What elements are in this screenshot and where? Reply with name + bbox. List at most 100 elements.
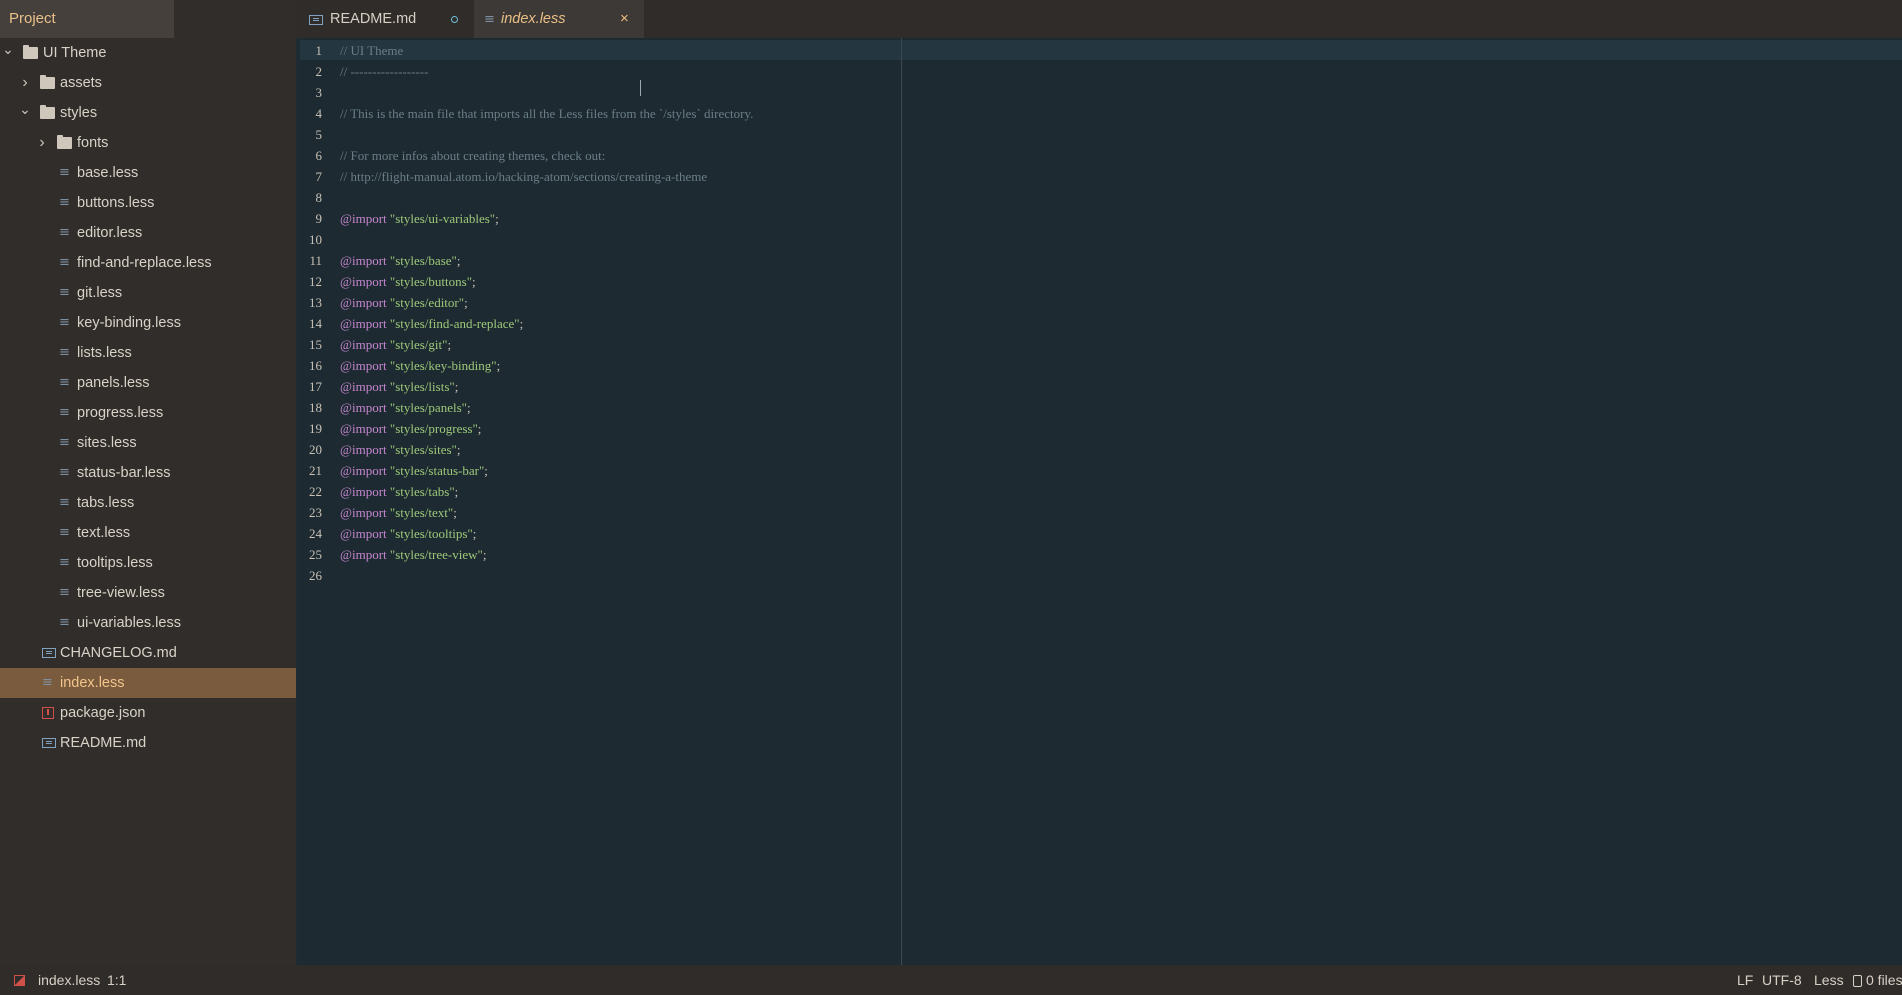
tree-file[interactable]: CHANGELOG.md — [0, 638, 296, 668]
tree-item-label: editor.less — [77, 225, 143, 241]
encoding-selector[interactable]: UTF-8 — [1762, 965, 1802, 995]
line-number[interactable]: 16 — [300, 355, 322, 376]
line-number[interactable]: 12 — [300, 271, 322, 292]
code-line: 5 — [300, 124, 1850, 145]
tree-file[interactable]: ≡ base.less — [0, 158, 296, 188]
chevron-down-icon[interactable]: ⌄ — [19, 98, 31, 128]
folder-icon — [57, 135, 73, 150]
code-line: 20 @import "styles/sites"; — [300, 439, 1850, 460]
line-ending-selector[interactable]: LF — [1737, 965, 1753, 995]
code-line: 19 @import "styles/progress"; — [300, 418, 1850, 439]
code-token: "styles/git" — [389, 337, 448, 352]
close-tab-icon[interactable]: × — [620, 0, 629, 38]
line-number[interactable]: 17 — [300, 376, 322, 397]
line-number[interactable]: 8 — [300, 187, 323, 208]
line-number[interactable]: 15 — [300, 334, 322, 355]
chevron-down-icon[interactable]: ⌄ — [2, 38, 14, 68]
line-number[interactable]: 7 — [300, 166, 323, 187]
line-number[interactable]: 4 — [300, 103, 323, 124]
tree-item-label: styles — [60, 105, 98, 121]
code-token: ; — [464, 295, 468, 310]
tab-index-less[interactable]: ≡ index.less × — [474, 0, 644, 38]
tree-file[interactable]: README.md — [0, 728, 296, 758]
tree-file[interactable]: ≡ tabs.less — [0, 488, 296, 518]
tab-readme[interactable]: README.md — [296, 0, 474, 38]
line-number[interactable]: 21 — [300, 460, 322, 481]
tree-file[interactable]: ≡ text.less — [0, 518, 296, 548]
modified-indicator-icon[interactable] — [451, 16, 458, 23]
tree-file[interactable]: ≡ status-bar.less — [0, 458, 296, 488]
line-number[interactable]: 23 — [300, 502, 322, 523]
line-number[interactable]: 24 — [300, 523, 322, 544]
tree-folder[interactable]: ⌄ UI Theme — [0, 38, 296, 68]
tree-file[interactable]: ≡ lists.less — [0, 338, 296, 368]
atom-editor-window: Project ⌄ UI Theme › assets ⌄ styles › fonts ≡ ba… — [0, 0, 1902, 995]
code-token: ; — [456, 442, 461, 457]
tree-file[interactable]: ≡ buttons.less — [0, 188, 296, 218]
code-line: 17 @import "styles/lists"; — [300, 376, 1850, 397]
tree-folder[interactable]: › fonts — [0, 128, 296, 158]
less-file-icon: ≡ — [59, 405, 70, 420]
less-file-icon: ≡ — [59, 525, 70, 540]
chevron-right-icon[interactable]: › — [36, 128, 48, 158]
text-editor[interactable]: 1 // UI Theme 2 // ------------------ 3 4 // T… — [300, 38, 1902, 965]
line-text: @import "styles/text"; — [340, 502, 457, 523]
line-number[interactable]: 2 — [300, 61, 323, 82]
tree-file[interactable]: ≡ tooltips.less — [0, 548, 296, 578]
tree-file[interactable]: ≡ tree-view.less — [0, 578, 296, 608]
tree-file[interactable]: ≡ git.less — [0, 278, 296, 308]
line-number[interactable]: 13 — [300, 292, 322, 313]
code-token: ; — [466, 400, 471, 415]
line-number[interactable]: 3 — [300, 82, 323, 103]
code-token: @import — [340, 274, 387, 289]
line-number[interactable]: 18 — [300, 397, 322, 418]
line-number[interactable]: 10 — [300, 229, 322, 250]
tree-file[interactable]: ≡ ui-variables.less — [0, 608, 296, 638]
tree-file[interactable]: ≡ key-binding.less — [0, 308, 296, 338]
code-line: 4 // This is the main file that imports a… — [300, 103, 1850, 124]
line-number[interactable]: 20 — [300, 439, 322, 460]
line-text: @import "styles/base"; — [340, 250, 460, 271]
line-number[interactable]: 9 — [300, 208, 323, 229]
code-token: ; — [456, 253, 461, 268]
line-number[interactable]: 19 — [300, 418, 322, 439]
line-number[interactable]: 6 — [300, 145, 323, 166]
line-number[interactable]: 11 — [300, 250, 322, 271]
tree-file[interactable]: ≡ sites.less — [0, 428, 296, 458]
line-text: // This is the main file that imports al… — [340, 103, 753, 124]
grammar-selector[interactable]: Less — [1814, 965, 1844, 995]
line-number[interactable]: 5 — [300, 124, 323, 145]
code-line: 23 @import "styles/text"; — [300, 502, 1850, 523]
status-file-name[interactable]: index.less — [38, 965, 100, 995]
code-token: ; — [495, 211, 499, 226]
code-line: 11 @import "styles/base"; — [300, 250, 1850, 271]
cursor-position[interactable]: 1:1 — [107, 965, 126, 995]
tree-file[interactable]: ≡ progress.less — [0, 398, 296, 428]
chevron-right-icon[interactable]: › — [19, 68, 31, 98]
less-file-icon: ≡ — [59, 165, 70, 180]
less-file-icon: ≡ — [59, 615, 70, 630]
line-number[interactable]: 25 — [300, 544, 322, 565]
line-number[interactable]: 14 — [300, 313, 322, 334]
folder-icon — [40, 75, 56, 90]
tree-folder[interactable]: › assets — [0, 68, 296, 98]
line-number[interactable]: 22 — [300, 481, 322, 502]
tree-file[interactable]: ≡ panels.less — [0, 368, 296, 398]
project-panel-title[interactable]: Project — [0, 0, 174, 38]
code-token: "styles/tabs" — [389, 484, 455, 499]
tree-folder[interactable]: ⌄ styles — [0, 98, 296, 128]
tree-file[interactable]: ≡ index.less — [0, 668, 296, 698]
tree-item-label: progress.less — [77, 405, 164, 421]
tree-item-label: git.less — [77, 285, 123, 301]
less-file-icon: ≡ — [484, 12, 495, 27]
tree-file[interactable]: ≡ find-and-replace.less — [0, 248, 296, 278]
line-number[interactable]: 1 — [300, 40, 323, 61]
code-token: @import — [340, 379, 387, 394]
code-token: @import — [340, 463, 387, 478]
line-number[interactable]: 26 — [300, 565, 322, 586]
tree-file[interactable]: package.json — [0, 698, 296, 728]
selection-count[interactable]: 0 files — [1866, 965, 1902, 995]
code-line: 18 @import "styles/panels"; — [300, 397, 1850, 418]
tree-file[interactable]: ≡ editor.less — [0, 218, 296, 248]
tree-item-label: find-and-replace.less — [77, 255, 212, 271]
